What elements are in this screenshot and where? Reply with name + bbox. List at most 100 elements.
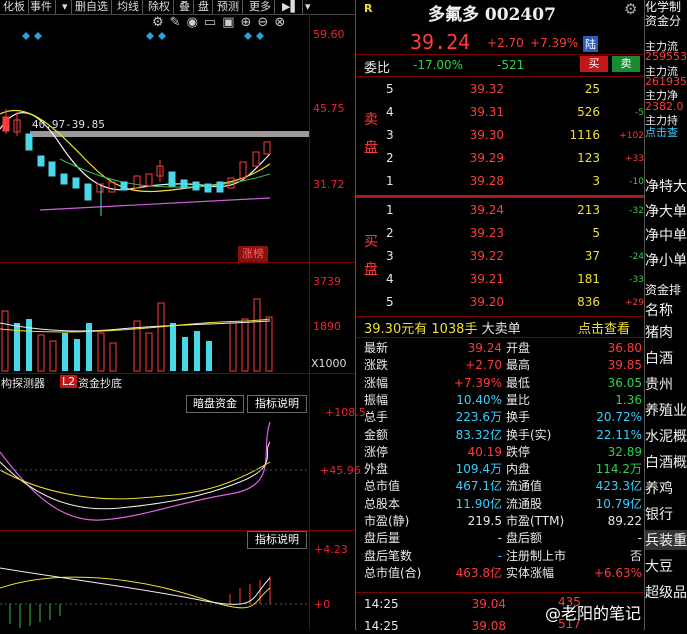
sector-item[interactable]: 银行 — [645, 504, 687, 524]
sector-item[interactable]: 养殖业 — [645, 400, 687, 420]
webi-label: 委比 — [364, 61, 391, 76]
limit-up-tag[interactable]: 涨榜 — [238, 246, 268, 262]
flow-category[interactable]: 净特大 — [645, 176, 687, 196]
level-number: 3 — [386, 128, 394, 142]
vol-axis-mid: 1890 — [313, 320, 341, 333]
stat-value: 39.24 — [467, 341, 502, 355]
stat-label: 涨幅 — [364, 375, 389, 390]
level-volume: 836 — [577, 295, 600, 309]
tick-price: 39.08 — [471, 619, 506, 633]
stat-value: 40.19 — [467, 444, 502, 459]
sector-item[interactable]: 白酒概 — [645, 452, 687, 472]
stat-value: - — [497, 548, 502, 563]
toolbar-item[interactable]: 预测 — [214, 0, 243, 14]
sub-indicator-chart-2 — [0, 567, 309, 628]
sector-item[interactable]: 白酒 — [645, 348, 687, 368]
toolbar-item[interactable]: 更多 — [246, 0, 275, 14]
stat-value: 20.72% — [596, 410, 642, 425]
flow-category[interactable]: 净大单 — [645, 201, 687, 221]
chevron-down-icon[interactable]: ▾ — [302, 0, 314, 14]
stat-label: 盘后笔数 — [364, 548, 413, 563]
indicator-help-button-2[interactable]: 指标说明 — [247, 531, 307, 549]
tab-structure[interactable]: 构探测器 — [1, 375, 45, 391]
flow-item[interactable]: 点击查 — [645, 124, 687, 140]
toolbar-item[interactable]: 除权 — [145, 0, 174, 14]
level-number: 2 — [386, 151, 394, 165]
toolbar-item[interactable]: 均线 — [114, 0, 143, 14]
stat-label: 市盈(TTM) — [506, 514, 565, 528]
last-price: 39.24 — [410, 30, 471, 54]
level-volume: 213 — [577, 203, 600, 217]
level-volume: 181 — [577, 272, 600, 286]
level-change: +102 — [619, 131, 644, 141]
stat-label: 总市值(合) — [364, 565, 422, 580]
candle-chart[interactable]: 40.97-39.85 — [0, 14, 309, 262]
level-number: 1 — [386, 203, 394, 217]
buy-button[interactable]: 买 — [580, 56, 608, 72]
sell-button[interactable]: 卖 — [612, 56, 640, 72]
sector-item[interactable]: 养鸡 — [645, 478, 687, 498]
stat-label: 总手 — [364, 410, 389, 425]
fund-rank-header[interactable]: 资金排 — [645, 281, 687, 298]
level-price: 39.32 — [469, 82, 504, 96]
toolbar-item[interactable]: 盘 — [195, 0, 213, 14]
stat-label: 涨跌 — [364, 358, 389, 373]
stat-value: 22.11% — [596, 427, 642, 442]
sector-item[interactable]: 猪肉 — [645, 322, 687, 342]
stat-label: 实体涨幅 — [506, 565, 555, 580]
tick-time: 14:25 — [364, 619, 399, 633]
indicator-help-button[interactable]: 指标说明 — [247, 395, 307, 413]
level-volume: 5 — [592, 226, 600, 240]
level-price: 39.30 — [469, 128, 504, 142]
stat-value: +6.63% — [593, 565, 642, 580]
tab-l2[interactable]: L2 — [60, 375, 78, 388]
toolbar-item[interactable]: 删自选 — [72, 0, 112, 14]
flow-item: 2382.0 — [645, 99, 684, 113]
level-volume: 37 — [584, 249, 600, 263]
sub1-axis-top: +108.5 — [325, 406, 366, 419]
sidebar-header[interactable]: 资金分 — [645, 12, 687, 29]
price-axis-low: 31.72 — [313, 178, 345, 191]
sub2-axis-top: +4.23 — [314, 543, 348, 556]
indicator-tabs: 构探测器 L2 资金抄底 — [0, 374, 309, 390]
toolbar-item[interactable]: 事件 — [27, 0, 56, 14]
board-badge: 陆 — [583, 36, 598, 52]
level-change — [604, 81, 644, 99]
stat-label: 金额 — [364, 427, 389, 442]
sector-item[interactable]: 超级品 — [645, 582, 687, 602]
gear-icon[interactable]: ⚙ — [624, 0, 637, 18]
stat-label: 振幅 — [364, 392, 389, 407]
toolbar-item[interactable]: 叠 — [176, 0, 194, 14]
vol-axis-top: 3739 — [313, 275, 341, 288]
flow-category[interactable]: 净中单 — [645, 225, 687, 245]
price-axis-mid: 45.75 — [313, 102, 345, 115]
expand-icon[interactable]: ▶▌ — [279, 0, 303, 14]
stat-label: 涨停 — [364, 444, 389, 459]
sub2-axis-zero: +0 — [314, 598, 331, 611]
stat-label: 最低 — [506, 375, 531, 390]
stat-label: 内盘 — [506, 462, 531, 477]
stat-label: 外盘 — [364, 462, 389, 477]
chevron-down-icon[interactable]: ▾ — [59, 0, 72, 14]
big-order-vol: 1038手 — [431, 322, 478, 337]
level-number: 5 — [386, 295, 394, 309]
stat-value: - — [497, 531, 502, 546]
sector-item[interactable]: 贵州 — [645, 374, 687, 394]
stat-value: 109.4万 — [455, 462, 502, 477]
sector-item[interactable]: 水泥概 — [645, 426, 687, 446]
stat-value: 39.85 — [607, 358, 642, 373]
sector-item[interactable]: 兵装重 — [645, 530, 687, 550]
sector-item[interactable]: 大豆 — [645, 556, 687, 576]
level-price: 39.28 — [469, 174, 504, 188]
flow-item: 259553 — [645, 50, 687, 64]
level-change: -24 — [629, 252, 644, 262]
level-volume: 25 — [584, 82, 600, 96]
big-order-link[interactable]: 点击查看 — [578, 318, 630, 337]
tab-fund-bottom[interactable]: 资金抄底 — [78, 375, 122, 391]
stock-title: 多氟多 002407 — [428, 0, 556, 25]
toolbar-item[interactable]: 化板 — [0, 0, 29, 14]
level-volume: 1116 — [569, 128, 600, 142]
stat-value: - — [637, 531, 642, 546]
dark-pool-button[interactable]: 暗盘资金 — [186, 395, 244, 413]
flow-category[interactable]: 净小单 — [645, 250, 687, 270]
